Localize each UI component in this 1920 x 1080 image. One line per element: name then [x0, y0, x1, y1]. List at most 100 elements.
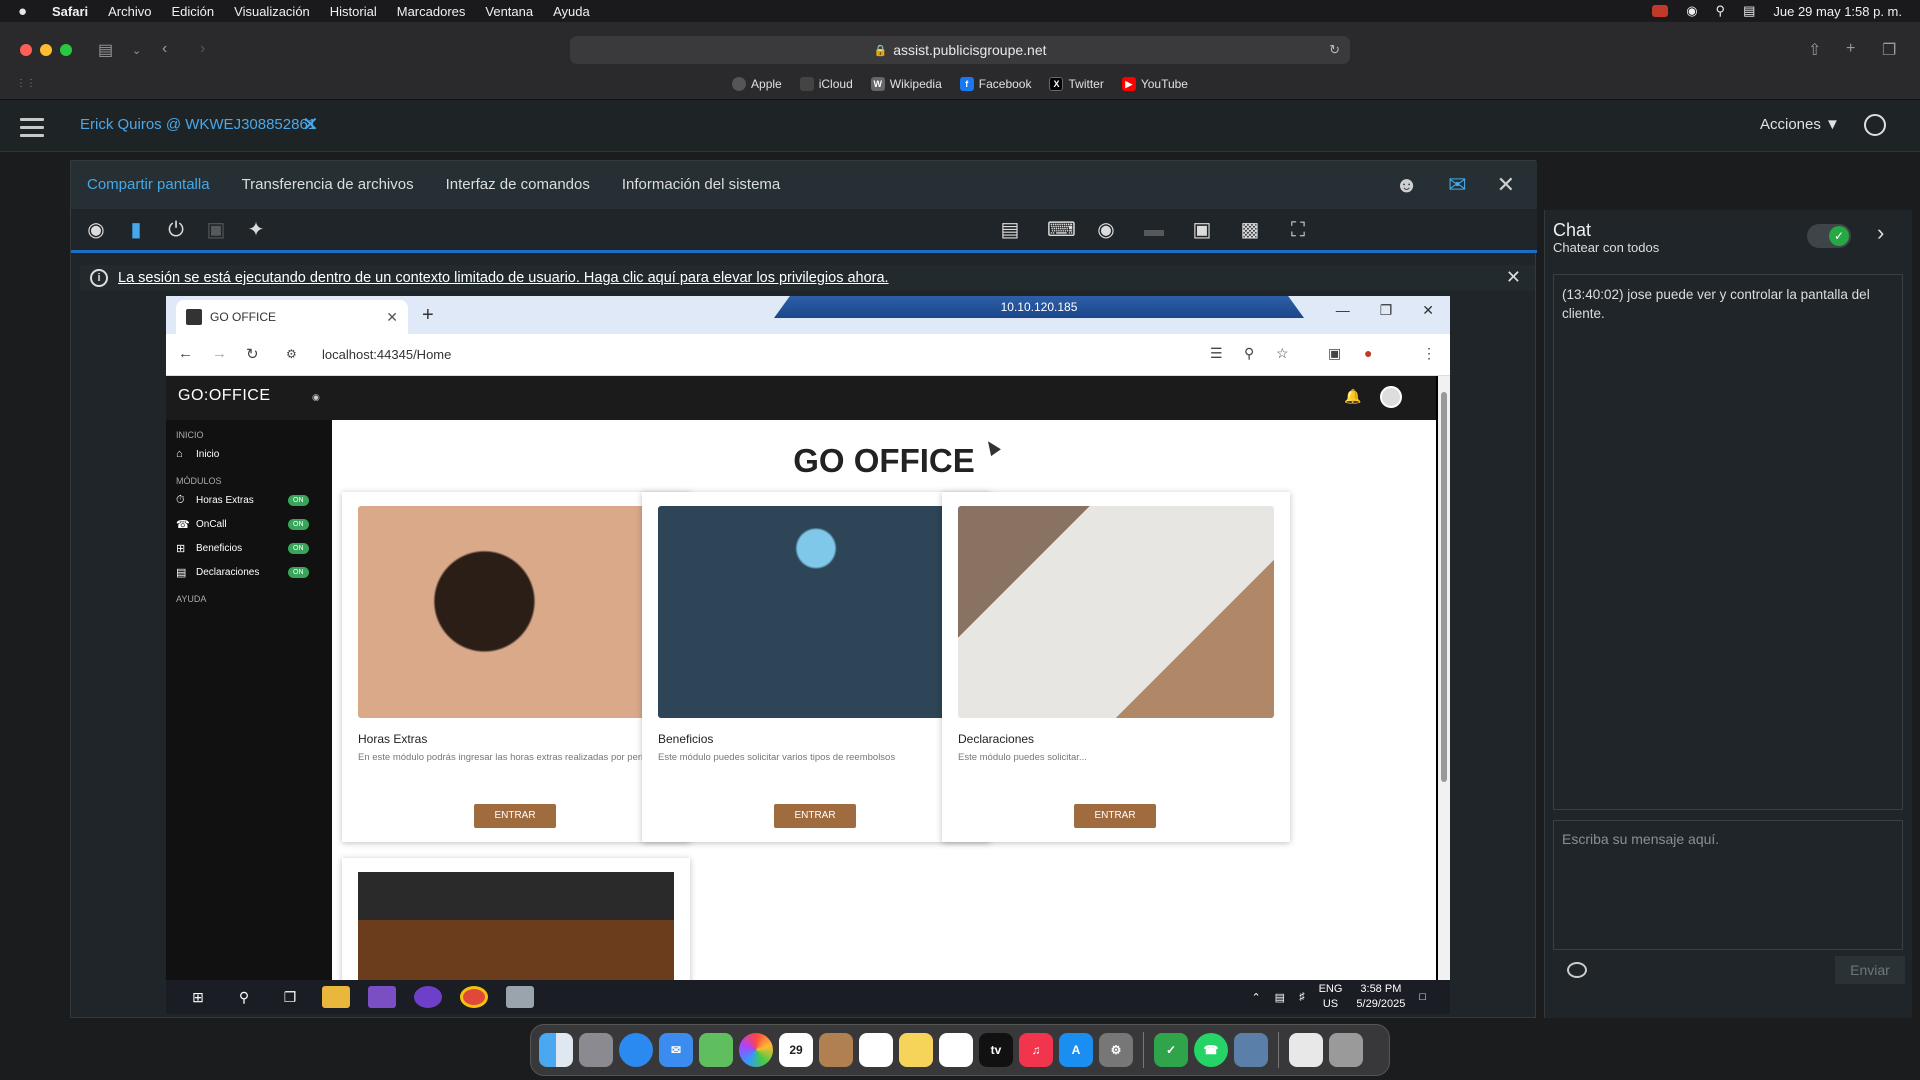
monitor-icon[interactable]: ▣ [1191, 219, 1213, 241]
music-icon[interactable]: ♫ [1019, 1033, 1053, 1067]
maps-icon[interactable] [699, 1033, 733, 1067]
close-window-button[interactable] [20, 44, 32, 56]
volume-muted-icon[interactable]: ♯ [1299, 991, 1305, 1003]
new-tab-icon[interactable]: + [1846, 40, 1855, 58]
remote-url[interactable]: localhost:44345/Home [322, 347, 451, 362]
chat-toggle-icon[interactable]: ✉ [1448, 172, 1466, 198]
minimize-window-button[interactable] [40, 44, 52, 56]
tab-informacion-sistema[interactable]: Información del sistema [606, 161, 796, 209]
photos-icon[interactable] [739, 1033, 773, 1067]
back-arrow-icon[interactable]: ← [178, 345, 193, 362]
remote-control-icon[interactable] [1652, 5, 1669, 17]
notes-icon[interactable] [899, 1033, 933, 1067]
close-tab-icon[interactable]: ✕ [386, 309, 398, 326]
magic-wand-icon[interactable]: ✦ [245, 219, 267, 241]
avatar[interactable] [1380, 386, 1402, 408]
forward-icon[interactable]: › [200, 40, 205, 58]
enter-button[interactable]: ENTRAR [1074, 804, 1156, 828]
spotlight-search-icon[interactable]: ⚲ [1716, 3, 1726, 19]
menu-safari[interactable]: Safari [52, 4, 88, 19]
tab-interfaz-comandos[interactable]: Interfaz de comandos [430, 161, 606, 209]
menu-archivo[interactable]: Archivo [108, 4, 151, 19]
back-icon[interactable]: ‹ [162, 40, 167, 58]
menu-ventana[interactable]: Ventana [485, 4, 533, 19]
restore-icon[interactable]: ❐ [1380, 302, 1393, 319]
screenshot-camera-icon[interactable]: ◉ [1095, 219, 1117, 241]
favorite-wikipedia[interactable]: W Wikipedia [870, 77, 942, 91]
favorite-icloud[interactable]: iCloud [799, 77, 853, 91]
chevron-up-icon[interactable]: ⌃ [1251, 991, 1260, 1004]
acciones-dropdown[interactable]: Acciones ▼ [1760, 116, 1840, 133]
chrome-icon[interactable] [460, 986, 488, 1008]
network-icon[interactable]: ▤ [1275, 991, 1285, 1004]
close-banner-icon[interactable]: ✕ [1506, 267, 1521, 288]
calendar-icon[interactable]: 29 [779, 1033, 813, 1067]
close-panel-icon[interactable]: ✕ [1497, 172, 1515, 198]
menu-visualizacion[interactable]: Visualización [234, 4, 310, 19]
finder-icon[interactable] [539, 1033, 573, 1067]
visual-studio-icon[interactable] [368, 986, 396, 1008]
share-icon[interactable]: ⇧ [1808, 40, 1821, 60]
zoom-window-button[interactable] [60, 44, 72, 56]
remote-desktop-view[interactable]: GO OFFICE ✕ + 10.10.120.185 — ❐ ✕ ← → ↻ … [166, 296, 1450, 1014]
session-title[interactable]: Erick Quiros @ WKWEJ308852861 [80, 116, 316, 133]
remote-scrollbar[interactable] [1438, 376, 1450, 980]
chat-toggle[interactable]: ✓ [1807, 224, 1851, 248]
favorite-twitter[interactable]: X Twitter [1049, 77, 1104, 91]
tab-compartir-pantalla[interactable]: Compartir pantalla [71, 161, 226, 209]
windows-start-icon[interactable]: ⊞ [184, 986, 212, 1008]
fullscreen-icon[interactable]: ⛶ [1287, 219, 1309, 241]
new-tab-plus-icon[interactable]: + [422, 304, 434, 327]
chevron-down-icon[interactable]: ⌄ [132, 44, 141, 57]
file-explorer-icon[interactable] [322, 986, 350, 1008]
enter-button[interactable]: ENTRAR [774, 804, 856, 828]
go-office-brand[interactable]: GO:OFFICE [178, 387, 271, 405]
reload-icon[interactable]: ↻ [1329, 42, 1340, 58]
apple-tv-icon[interactable]: tv [979, 1033, 1013, 1067]
remote-browser-tab[interactable]: GO OFFICE ✕ [176, 300, 408, 334]
bell-icon[interactable]: 🔔 [1344, 388, 1361, 405]
menu-marcadores[interactable]: Marcadores [397, 4, 466, 19]
remote-desktop-icon[interactable] [1234, 1033, 1268, 1067]
whatsapp-icon[interactable]: ☎ [1194, 1033, 1228, 1067]
menu-edicion[interactable]: Edición [172, 4, 215, 19]
sidebar-item-beneficios[interactable]: ⊞ Beneficios ON [176, 542, 326, 555]
notifications-icon[interactable]: □ [1419, 991, 1426, 1003]
app-icon[interactable] [506, 986, 534, 1008]
sidebar-item-inicio[interactable]: ⌂ Inicio [176, 448, 326, 460]
sidebar-item-horas-extras[interactable]: ⏱ Horas Extras ON [176, 494, 326, 507]
system-settings-icon[interactable]: ⚙ [1099, 1033, 1133, 1067]
sidebar-toggle-dot-icon[interactable]: ◉ [312, 392, 320, 403]
mouse-control-icon[interactable]: ▮ [125, 219, 147, 241]
trash-icon[interactable] [1329, 1033, 1363, 1067]
language-indicator[interactable]: ENG US [1319, 982, 1343, 1012]
translate-icon[interactable]: ☰ [1210, 345, 1223, 362]
menu-ayuda[interactable]: Ayuda [553, 4, 590, 19]
launchpad-icon[interactable] [579, 1033, 613, 1067]
minimize-icon[interactable]: — [1336, 302, 1350, 319]
freeform-icon[interactable] [939, 1033, 973, 1067]
contacts-icon[interactable] [819, 1033, 853, 1067]
menubar-datetime[interactable]: Jue 29 may 1:58 p. m. [1773, 4, 1902, 19]
mail-icon[interactable]: ✉ [659, 1033, 693, 1067]
tab-overview-icon[interactable]: ❐ [1882, 40, 1896, 60]
favorite-apple[interactable]: Apple [732, 77, 782, 91]
elevate-privileges-link[interactable]: La sesión se está ejecutando dentro de u… [118, 270, 889, 286]
wifi-icon[interactable]: ◉ [1686, 3, 1697, 19]
user-account-icon[interactable] [1864, 114, 1886, 136]
sidebar-item-declaraciones[interactable]: ▤ Declaraciones ON [176, 566, 326, 579]
app-store-icon[interactable]: A [1059, 1033, 1093, 1067]
enter-button[interactable]: ENTRAR [474, 804, 556, 828]
apple-menu-icon[interactable]: ● [18, 3, 36, 20]
close-session-icon[interactable]: ✕ [302, 112, 319, 137]
bookmark-star-icon[interactable]: ☆ [1276, 345, 1289, 362]
more-menu-icon[interactable]: ⋮ [1422, 345, 1436, 362]
safari-address-bar[interactable]: 🔒 assist.publicisgroupe.net ↻ [570, 36, 1350, 64]
search-icon[interactable]: ⚲ [230, 986, 258, 1008]
task-view-icon[interactable]: ❐ [276, 986, 304, 1008]
send-button[interactable]: Enviar [1835, 956, 1905, 984]
participants-icon[interactable]: ☻ [1395, 172, 1418, 198]
forward-arrow-icon[interactable]: → [212, 345, 227, 362]
fit-screen-icon[interactable]: ▩ [1239, 219, 1261, 241]
keyboard-icon[interactable]: ⌨ [1047, 219, 1076, 241]
